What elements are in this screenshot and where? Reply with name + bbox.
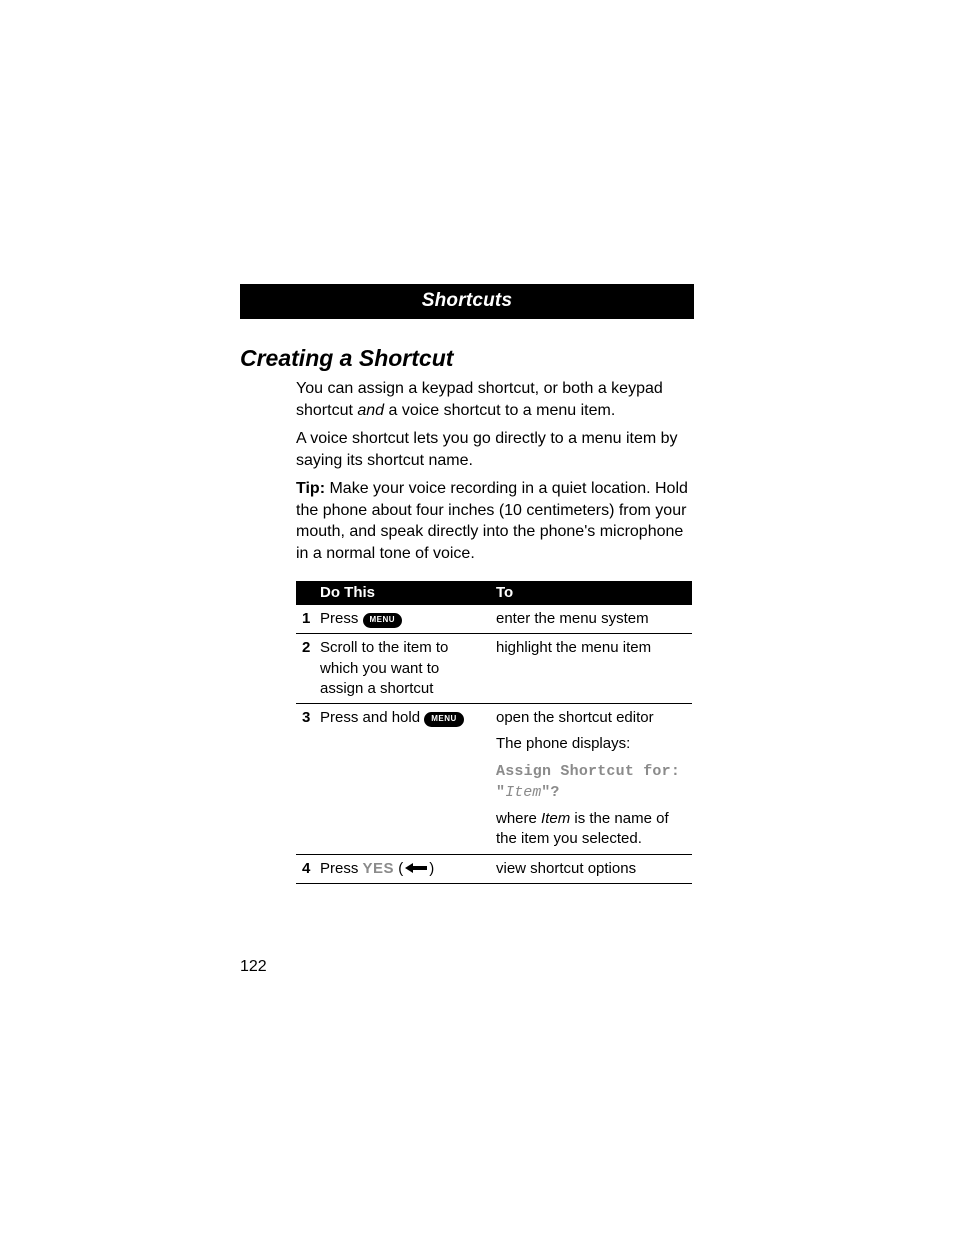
table-header-row: Do This To [296, 581, 692, 605]
page-number: 122 [240, 958, 267, 976]
step-result: enter the menu system [492, 605, 692, 634]
tip-label: Tip: [296, 480, 325, 497]
table-header-dothis: Do This [320, 581, 492, 605]
step-action: Scroll to the item to which you want to … [320, 634, 492, 704]
chapter-title: Shortcuts [422, 290, 512, 311]
menu-key-icon: MENU [363, 613, 403, 628]
intro-paragraph-2: A voice shortcut lets you go directly to… [296, 428, 692, 471]
table-header-blank [296, 581, 320, 605]
page: Shortcuts Creating a Shortcut You can as… [0, 0, 954, 1235]
step-number: 2 [296, 634, 320, 704]
step-result: view shortcut options [492, 854, 692, 883]
step-number: 4 [296, 854, 320, 883]
step-result: open the shortcut editor The phone displ… [492, 704, 692, 855]
chapter-header-bar: Shortcuts [240, 284, 694, 319]
intro-paragraph-1: You can assign a keypad shortcut, or bot… [296, 378, 692, 421]
step-action: Press MENU [320, 605, 492, 634]
section-heading: Creating a Shortcut [240, 345, 453, 372]
step-result: highlight the menu item [492, 634, 692, 704]
left-softkey-icon [403, 862, 429, 874]
table-row: 2 Scroll to the item to which you want t… [296, 634, 692, 704]
table-row: 4 Press YES () view shortcut options [296, 854, 692, 883]
table-row: 3 Press and hold MENU open the shortcut … [296, 704, 692, 855]
tip-paragraph: Tip: Make your voice recording in a quie… [296, 478, 692, 564]
steps-table: Do This To 1 Press MENU enter the menu s… [296, 581, 692, 884]
table-header-to: To [492, 581, 692, 605]
yes-softkey-label: YES [363, 860, 395, 877]
step-action: Press YES () [320, 854, 492, 883]
table-row: 1 Press MENU enter the menu system [296, 605, 692, 634]
step-action: Press and hold MENU [320, 704, 492, 855]
step-number: 3 [296, 704, 320, 855]
step-number: 1 [296, 605, 320, 634]
menu-key-icon: MENU [424, 712, 464, 727]
